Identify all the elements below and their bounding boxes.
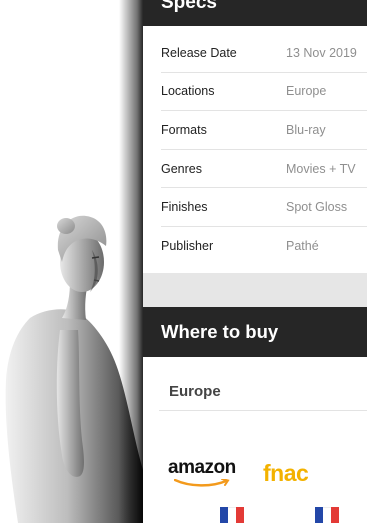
where-to-buy-header: Where to buy bbox=[143, 307, 367, 357]
specs-list: Release Date 13 Nov 2019 Locations Europ… bbox=[143, 34, 367, 266]
france-flag-icon bbox=[220, 507, 244, 523]
cover-artwork bbox=[0, 0, 143, 523]
amazon-logo: amazon bbox=[168, 457, 243, 487]
where-to-buy-card: Where to buy Europe amazon fnac bbox=[143, 307, 367, 523]
france-flag-icon bbox=[315, 507, 339, 523]
specs-header: Specs bbox=[143, 0, 367, 26]
spec-value: 13 Nov 2019 bbox=[286, 45, 357, 60]
specs-title: Specs bbox=[161, 0, 217, 13]
spec-label: Release Date bbox=[161, 45, 237, 60]
retailer-fnac-link[interactable]: fnac bbox=[263, 457, 339, 523]
spec-value: Pathé bbox=[286, 239, 319, 254]
details-panel: Specs Release Date 13 Nov 2019 Locations… bbox=[143, 0, 367, 523]
specs-card: Specs Release Date 13 Nov 2019 Locations… bbox=[143, 0, 367, 273]
fnac-logo: fnac bbox=[263, 460, 309, 486]
retailer-amazon-link[interactable]: amazon bbox=[168, 457, 244, 523]
region-europe[interactable]: Europe bbox=[159, 378, 367, 411]
spec-row-locations: Locations Europe bbox=[161, 73, 367, 112]
artwork-edge-shadow bbox=[119, 0, 143, 523]
spec-row-genres: Genres Movies + TV bbox=[161, 150, 367, 189]
spec-row-release-date: Release Date 13 Nov 2019 bbox=[161, 34, 367, 73]
spec-value: Movies + TV bbox=[286, 161, 356, 176]
where-to-buy-title: Where to buy bbox=[161, 321, 279, 342]
spec-label: Locations bbox=[161, 84, 215, 99]
spec-label: Finishes bbox=[161, 200, 208, 215]
spec-row-finishes: Finishes Spot Gloss bbox=[161, 188, 367, 227]
spec-label: Genres bbox=[161, 161, 202, 176]
spec-label: Formats bbox=[161, 122, 207, 137]
amazon-smile-icon bbox=[174, 479, 230, 487]
spec-row-publisher: Publisher Pathé bbox=[161, 227, 367, 266]
spec-value: Europe bbox=[286, 84, 327, 99]
amazon-logo-text: amazon bbox=[168, 457, 236, 478]
spec-row-formats: Formats Blu-ray bbox=[161, 111, 367, 150]
spec-value: Spot Gloss bbox=[286, 200, 348, 215]
spec-label: Publisher bbox=[161, 239, 214, 254]
spec-value: Blu-ray bbox=[286, 122, 326, 137]
